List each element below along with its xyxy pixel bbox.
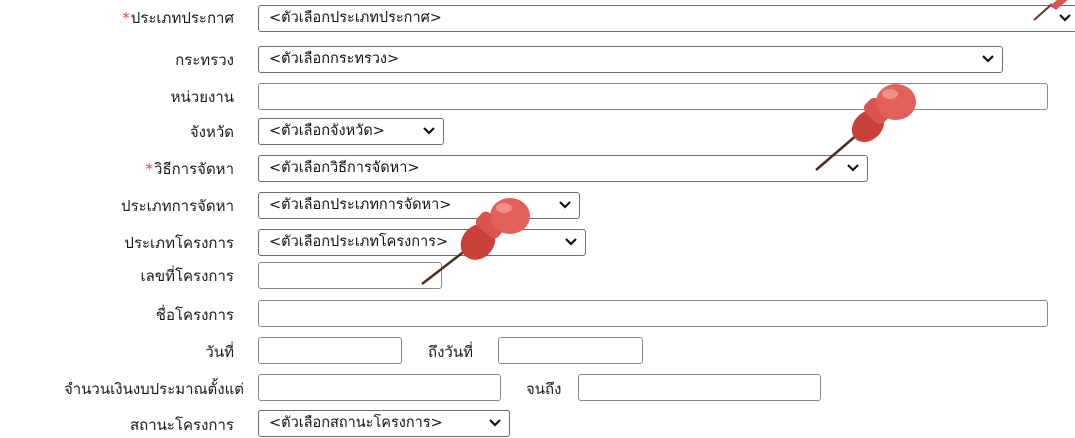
province-label: จังหวัด: [189, 123, 234, 141]
budget-to-input[interactable]: [578, 374, 821, 401]
chevron-down-icon: [982, 55, 994, 63]
announcement-type-select[interactable]: <ตัวเลือกประเภทประกาศ>: [258, 5, 1075, 32]
project-name-input[interactable]: [258, 300, 1048, 327]
date-to-label: ถึงวันที่: [428, 343, 473, 361]
project-number-label: เลขที่โครงการ: [140, 267, 235, 285]
budget-from-label: จำนวนเงินงบประมาณตั้งแต่: [63, 380, 244, 398]
province-select[interactable]: <ตัวเลือกจังหวัด>: [258, 118, 444, 145]
date-from-input[interactable]: [258, 337, 402, 364]
project-status-label: สถานะโครงการ: [129, 416, 234, 434]
required-mark: *: [145, 160, 154, 178]
date-from-label: วันที่: [205, 343, 234, 361]
procurement-method-label: *วิธีการจัดหา: [145, 160, 234, 178]
project-name-label: ชื่อโครงการ: [155, 306, 234, 324]
required-mark: *: [122, 9, 130, 27]
chevron-down-icon: [565, 238, 577, 246]
procurement-method-select[interactable]: <ตัวเลือกวิธีการจัดหา>: [258, 155, 868, 182]
chevron-down-icon: [423, 127, 435, 135]
project-number-input[interactable]: [258, 262, 442, 289]
chevron-down-icon: [847, 164, 859, 172]
procurement-type-select[interactable]: <ตัวเลือกประเภทการจัดหา>: [258, 192, 580, 219]
budget-to-label: จนถึง: [526, 380, 562, 398]
agency-label: หน่วยงาน: [170, 88, 234, 106]
chevron-down-icon: [1059, 14, 1071, 22]
ministry-label: กระทรวง: [175, 51, 234, 69]
ministry-select[interactable]: <ตัวเลือกกระทรวง>: [258, 46, 1003, 73]
chevron-down-icon: [559, 201, 571, 209]
announcement-type-label: *ประเภทประกาศ: [122, 9, 234, 27]
agency-input[interactable]: [258, 83, 1048, 110]
date-to-input[interactable]: [498, 337, 643, 364]
budget-from-input[interactable]: [258, 374, 501, 401]
procurement-type-label: ประเภทการจัดหา: [121, 197, 234, 215]
project-type-select[interactable]: <ตัวเลือกประเภทโครงการ>: [258, 229, 586, 256]
project-type-label: ประเภทโครงการ: [124, 234, 234, 252]
chevron-down-icon: [489, 419, 501, 427]
project-status-select[interactable]: <ตัวเลือกสถานะโครงการ>: [258, 410, 510, 437]
